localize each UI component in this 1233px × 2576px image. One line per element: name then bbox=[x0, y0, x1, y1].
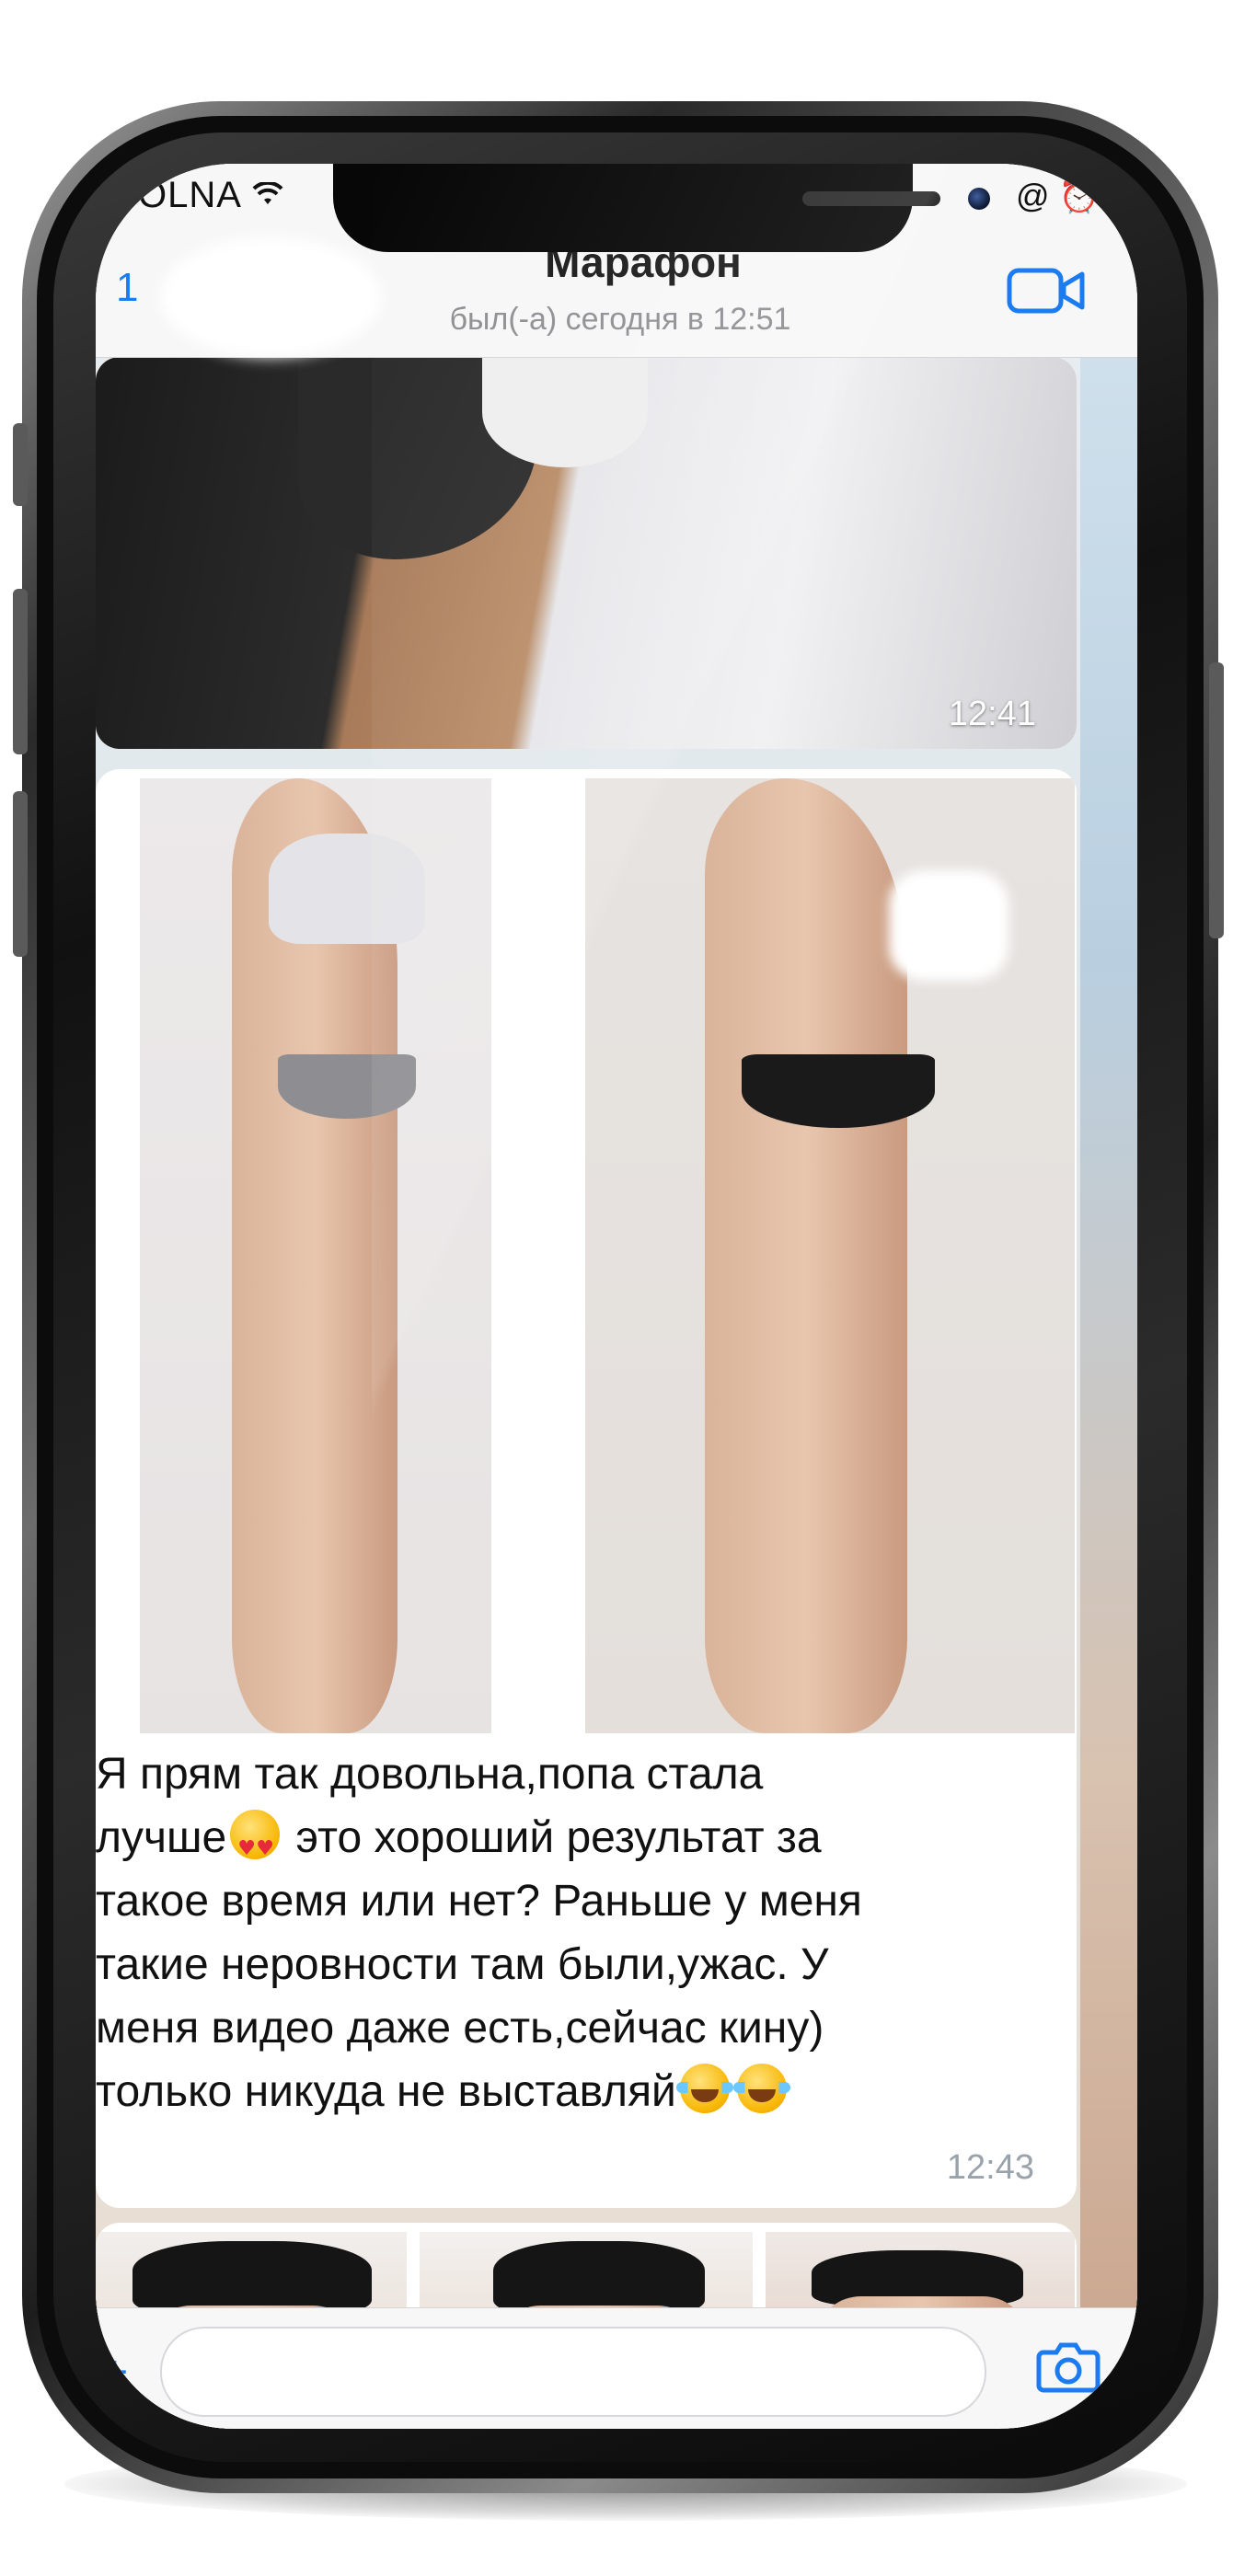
caption-line: такое время или нет? Раньше у меня bbox=[96, 1877, 862, 1926]
photo-garment-shape bbox=[493, 2241, 705, 2315]
earpiece-speaker bbox=[802, 191, 940, 206]
photo-sock-shape bbox=[482, 357, 648, 467]
carrier-label: OLNA bbox=[138, 175, 242, 215]
after-photo[interactable] bbox=[585, 778, 1075, 1733]
mute-switch bbox=[13, 423, 28, 506]
message-bubble-photo[interactable]: 12:41 bbox=[96, 357, 1077, 749]
message-input[interactable] bbox=[160, 2327, 986, 2417]
last-seen-status: был(-а) сегодня в 12:51 bbox=[449, 302, 791, 337]
photo-blur-patch bbox=[889, 870, 1008, 981]
video-call-icon[interactable] bbox=[1007, 265, 1086, 316]
before-photo[interactable] bbox=[140, 778, 491, 1733]
phone-notch bbox=[333, 164, 990, 252]
caption-line: только никуда не выставляй bbox=[96, 2067, 676, 2116]
tears-of-joy-emoji bbox=[732, 2064, 790, 2113]
caption-line: Я прям так довольна,попа стала bbox=[96, 1750, 764, 1799]
wallpaper-edge bbox=[1080, 357, 1137, 2381]
power-button bbox=[1209, 662, 1224, 938]
caption-line: это хороший результат за bbox=[283, 1813, 822, 1862]
front-camera bbox=[968, 188, 990, 210]
message-input-bar: + bbox=[96, 2307, 1137, 2429]
photo-garment-shape bbox=[742, 1054, 935, 1128]
photo-garment-shape bbox=[133, 2241, 372, 2315]
message-photo[interactable] bbox=[96, 357, 1077, 749]
volume-up-button bbox=[13, 589, 28, 754]
heart-eyes-emoji bbox=[230, 1810, 281, 1880]
caption-line: лучше bbox=[96, 1813, 227, 1862]
plus-icon[interactable]: + bbox=[101, 2345, 128, 2398]
avatar[interactable] bbox=[160, 237, 381, 357]
caption-line: меня видео даже есть,сейчас кину) bbox=[96, 2004, 824, 2053]
status-icons: @ ⏰ bbox=[1016, 177, 1100, 214]
photo-figure-shape bbox=[705, 778, 907, 1733]
message-time: 12:41 bbox=[948, 695, 1036, 733]
message-bubble-photo-caption[interactable]: Я прям так довольна,попа стала лучше это… bbox=[96, 769, 1077, 2208]
phone-screen: 12:41 Я прям так довольна,попа стала луч… bbox=[96, 164, 1137, 2429]
photo-garment-shape bbox=[269, 834, 425, 944]
message-time: 12:43 bbox=[946, 2148, 1034, 2187]
wifi-icon bbox=[252, 182, 283, 204]
photo-garment-shape bbox=[278, 1054, 416, 1119]
message-caption: Я прям так довольна,попа стала лучше это… bbox=[96, 1742, 1034, 2123]
camera-icon[interactable] bbox=[1036, 2340, 1100, 2393]
caption-line: такие неровности там были,ужас. У bbox=[96, 1940, 829, 1989]
tears-of-joy-emoji bbox=[675, 2064, 733, 2113]
back-button-unread-count[interactable]: 1 bbox=[116, 265, 138, 311]
volume-down-button bbox=[13, 791, 28, 957]
